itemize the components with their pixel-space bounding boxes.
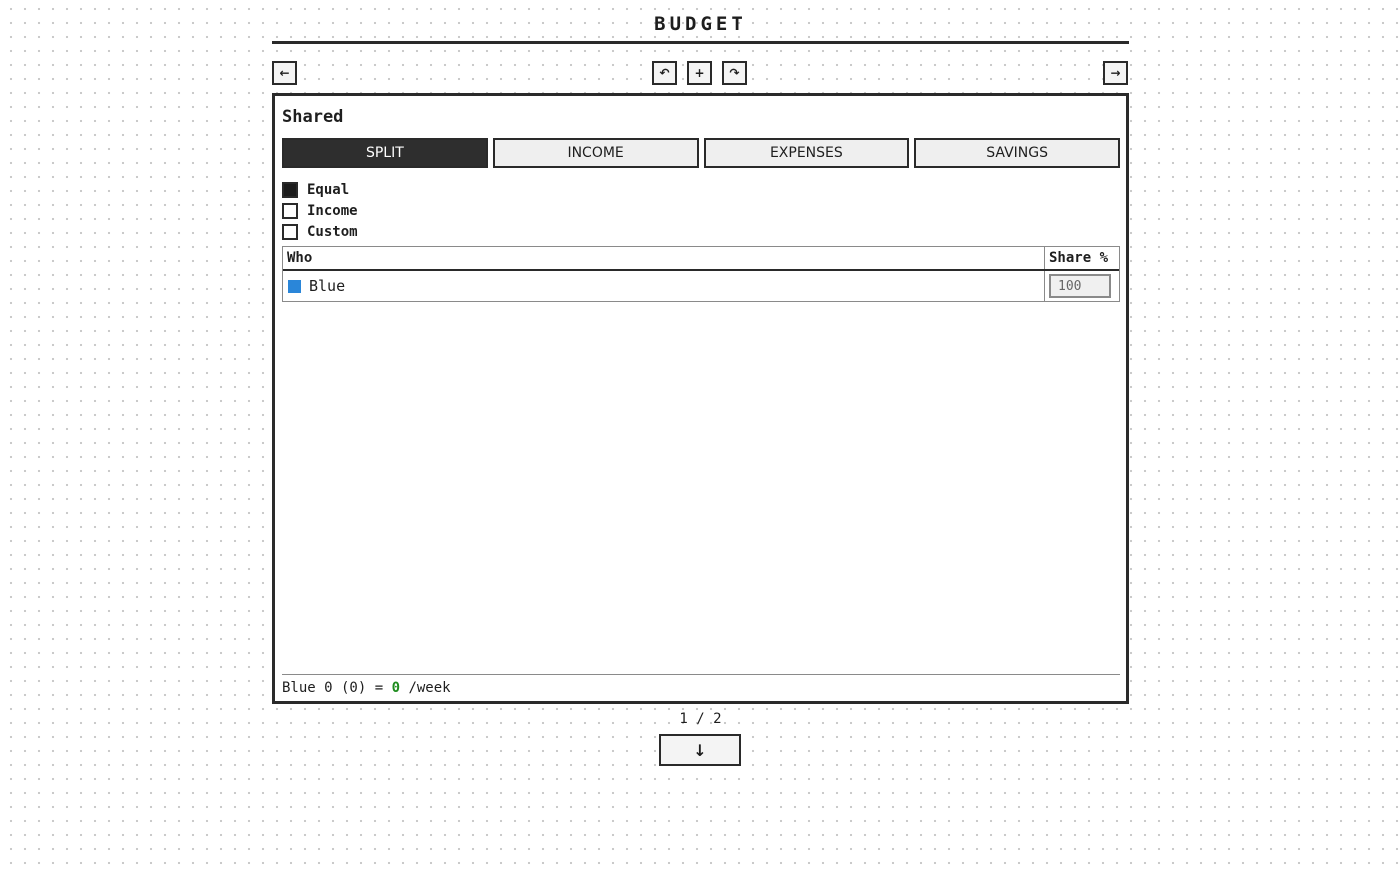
add-button[interactable]: +	[687, 61, 712, 85]
next-page-button[interactable]: →	[1103, 61, 1128, 85]
person-name: Blue	[309, 277, 346, 295]
tab-savings[interactable]: SAVINGS	[914, 138, 1120, 168]
footer-divider	[282, 674, 1120, 675]
table-header: Who Share %	[283, 247, 1119, 271]
app-title: BUDGET	[654, 13, 747, 35]
split-options: Equal Income Custom	[282, 179, 358, 242]
option-income[interactable]: Income	[282, 200, 358, 221]
undo-button[interactable]: ↶	[652, 61, 677, 85]
tab-income[interactable]: INCOME	[492, 138, 699, 168]
option-equal[interactable]: Equal	[282, 179, 358, 200]
tab-expenses[interactable]: EXPENSES	[703, 138, 910, 168]
summary-unit: /week	[400, 680, 451, 696]
option-custom-label: Custom	[307, 223, 358, 240]
weekly-summary: Blue 0 (0) = 0 /week	[282, 678, 451, 698]
custom-checkbox[interactable]	[282, 223, 298, 240]
tab-bar: SPLIT INCOME EXPENSES SAVINGS	[282, 138, 1120, 168]
column-header-who: Who	[283, 247, 1045, 269]
share-input[interactable]	[1049, 274, 1111, 298]
income-checkbox[interactable]	[282, 202, 298, 219]
summary-total: 0	[391, 680, 401, 696]
summary-text: Blue 0 (0) =	[282, 680, 392, 696]
equal-checkbox[interactable]	[282, 181, 298, 198]
panel-title: Shared	[282, 107, 344, 127]
tab-split[interactable]: SPLIT	[282, 138, 488, 168]
who-cell: Blue	[283, 271, 1045, 301]
title-divider	[272, 41, 1129, 44]
page-indicator: 1 / 2	[679, 711, 722, 727]
option-custom[interactable]: Custom	[282, 221, 358, 242]
scroll-down-button[interactable]: ↓	[659, 734, 741, 766]
column-header-share: Share %	[1049, 250, 1109, 266]
share-cell	[1045, 271, 1119, 301]
option-income-label: Income	[307, 202, 358, 219]
person-color-swatch	[288, 279, 301, 293]
table-row: Blue	[283, 271, 1119, 301]
redo-button[interactable]: ↷	[722, 61, 747, 85]
prev-page-button[interactable]: ←	[272, 61, 297, 85]
budget-panel: Shared SPLIT INCOME EXPENSES SAVINGS Equ…	[272, 93, 1129, 704]
share-table: Who Share % Blue	[282, 246, 1120, 302]
option-equal-label: Equal	[307, 181, 350, 198]
